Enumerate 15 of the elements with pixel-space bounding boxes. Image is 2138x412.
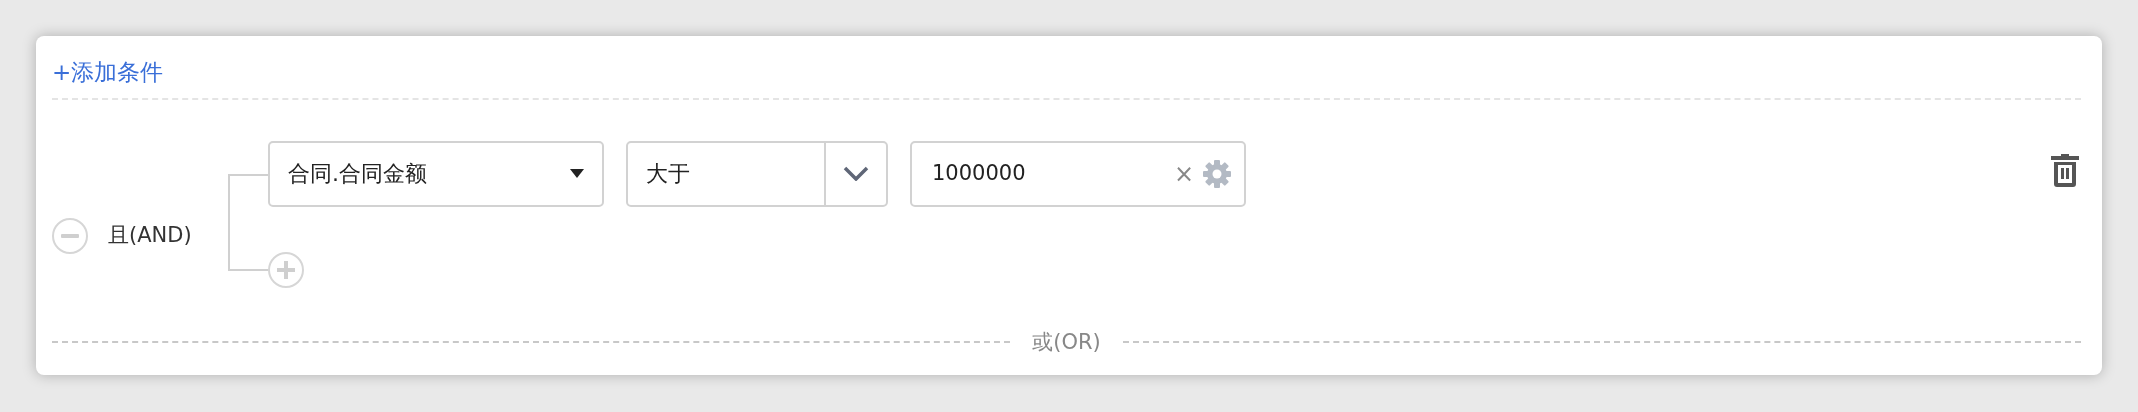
value-field[interactable]: 1000000 × bbox=[910, 140, 1246, 207]
clear-button[interactable]: × bbox=[1165, 155, 1202, 192]
field-dropdown[interactable]: 合同.合同金额 bbox=[268, 140, 604, 207]
plus-icon bbox=[277, 260, 295, 279]
operator-dropdown[interactable]: 大于 bbox=[626, 140, 888, 207]
caret-icon bbox=[570, 169, 584, 179]
gear-icon[interactable] bbox=[1202, 158, 1232, 189]
add-row-button[interactable] bbox=[268, 251, 304, 288]
or-separator-label: 或(OR) bbox=[1031, 328, 1102, 356]
remove-group-button[interactable] bbox=[52, 217, 88, 254]
trash-icon bbox=[2051, 153, 2079, 188]
minus-icon bbox=[61, 233, 79, 238]
chevron-down-icon bbox=[843, 166, 869, 182]
add-condition-link[interactable]: +添加条件 bbox=[52, 58, 164, 88]
logic-label: 且(AND) bbox=[108, 222, 193, 250]
